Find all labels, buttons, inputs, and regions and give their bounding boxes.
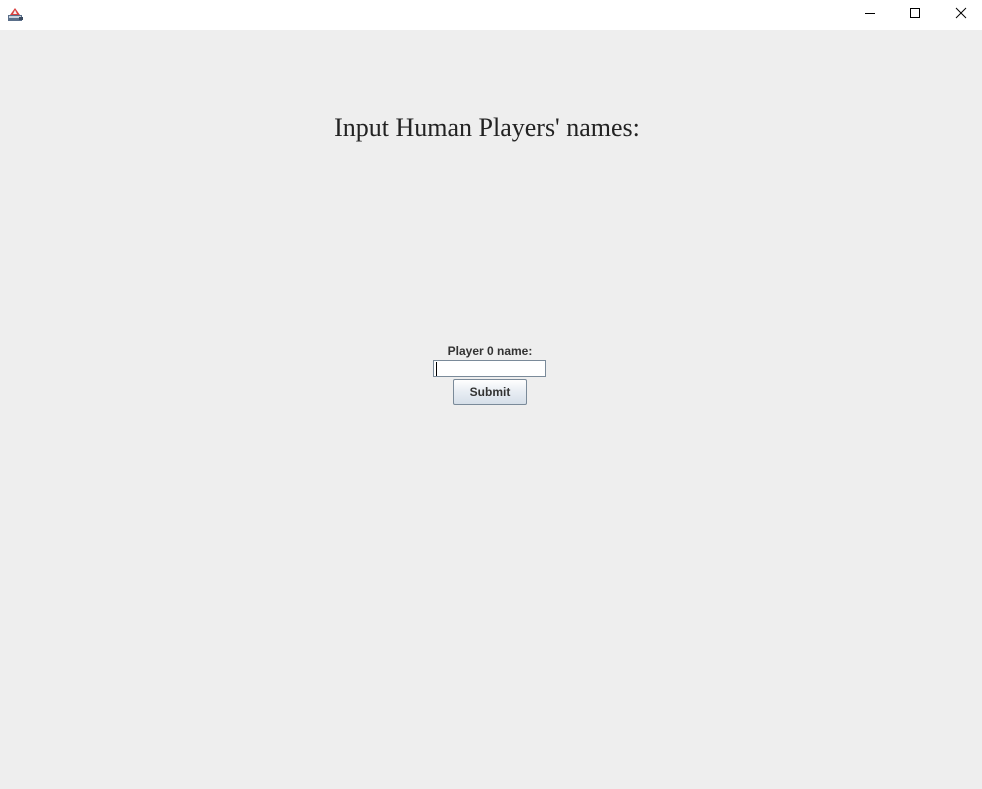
page-title: Input Human Players' names: [334,113,640,142]
close-button[interactable] [938,0,982,30]
content-panel: Input Human Players' names: Player 0 nam… [0,30,982,789]
title-bar[interactable] [0,0,982,30]
close-icon [955,6,967,24]
java-cup-icon [7,6,24,22]
minimize-button[interactable] [847,0,893,30]
app-window: Input Human Players' names: Player 0 nam… [0,0,982,789]
player-name-input[interactable] [433,360,546,377]
maximize-icon [909,6,921,24]
text-caret [436,362,437,376]
player-name-label: Player 0 name: [447,344,533,358]
submit-button[interactable]: Submit [453,379,527,405]
maximize-button[interactable] [892,0,938,30]
minimize-icon [864,6,876,24]
